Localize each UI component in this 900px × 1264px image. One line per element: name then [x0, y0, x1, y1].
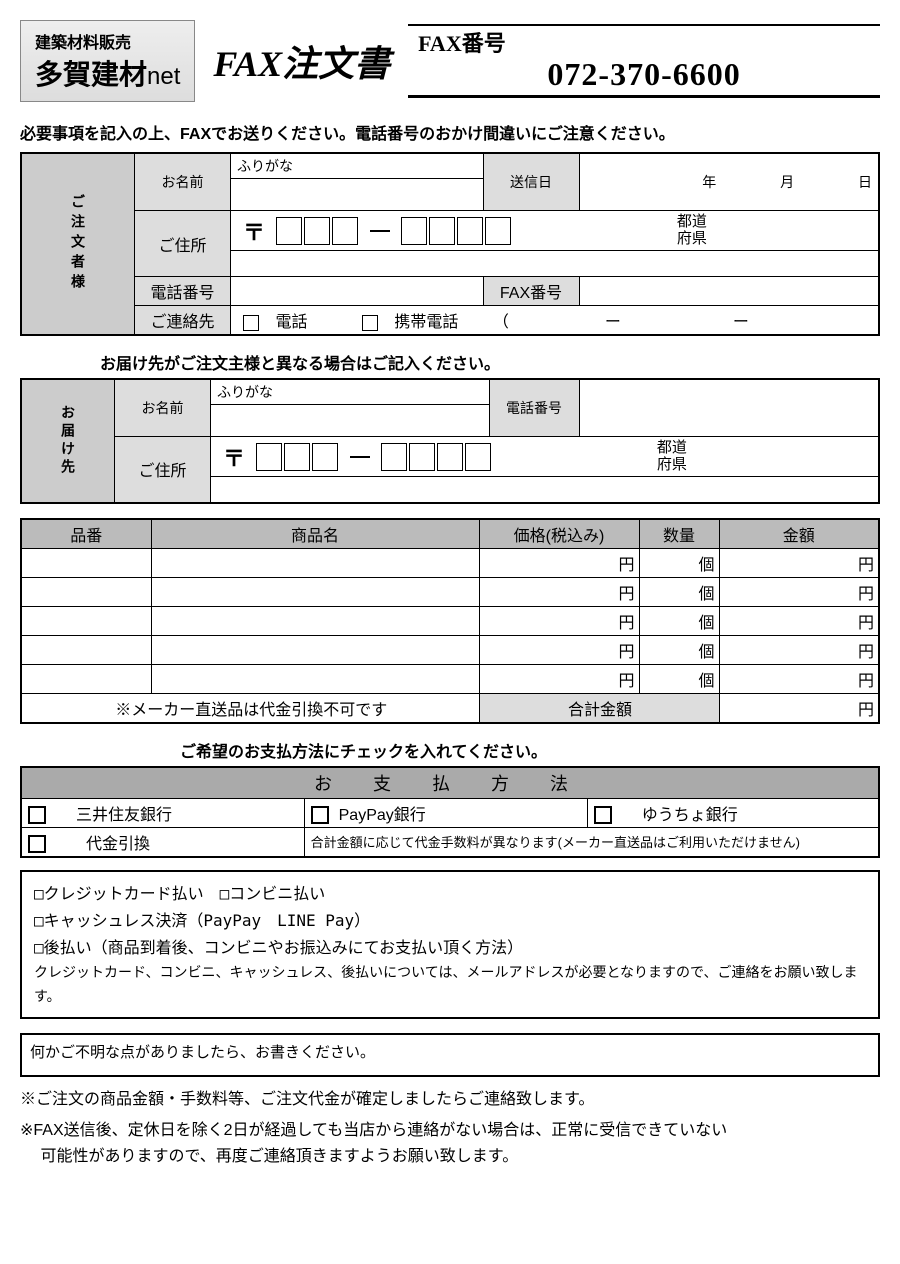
- delivery-furigana-label: ふりがな: [211, 379, 490, 405]
- col-qty: 数量: [639, 519, 719, 549]
- fax-label: FAX番号: [418, 26, 870, 58]
- delivery-postal-row[interactable]: 〒 都道府県: [211, 437, 880, 477]
- extra-payment-box: □クレジットカード払い □コンビニ払い □キャッシュレス決済（PayPay LI…: [20, 870, 880, 1019]
- delivery-address-label: ご住所: [115, 437, 211, 503]
- orderer-table: ご注文者様 お名前 ふりがな 送信日 年 月 日 ご住所 〒 都道府県 電話番号…: [20, 152, 880, 336]
- cod-detail-note: 合計金額に応じて代金手数料が異なります(メーカー直送品はご利用いただけません): [304, 827, 879, 857]
- col-price: 価格(税込み): [479, 519, 639, 549]
- pay-checkbox-4[interactable]: [28, 835, 46, 853]
- payment-instruction: ご希望のお支払方法にチェックを入れてください。: [180, 738, 880, 762]
- pay-checkbox-2[interactable]: [311, 806, 329, 824]
- mobile-input[interactable]: （ ー ー: [493, 308, 861, 332]
- table-row: 円個円: [21, 548, 879, 577]
- date-field[interactable]: 年 月 日: [579, 153, 879, 211]
- payment-table: お 支 払 方 法 三井住友銀行 PayPay銀行 ゆうちょ銀行 代金引換 合計…: [20, 766, 880, 858]
- delivery-phone-input[interactable]: [579, 379, 879, 437]
- orderer-section-label: ご注文者様: [21, 153, 135, 335]
- fax-field-label: FAX番号: [483, 277, 579, 306]
- logo-tagline: 建築材料販売: [35, 29, 180, 53]
- delivery-name-input[interactable]: [211, 405, 490, 437]
- payment-header: お 支 払 方 法: [21, 767, 879, 799]
- mobile-checkbox[interactable]: [362, 315, 378, 331]
- postal-mark-icon: 〒: [243, 215, 265, 247]
- furigana-label: ふりがな: [231, 153, 484, 179]
- fax-number-block: FAX番号 072-370-6600: [408, 24, 880, 98]
- contact-row: 電話 携帯電話 （ ー ー: [231, 306, 880, 336]
- table-row: 円個円: [21, 664, 879, 693]
- delivery-address-input[interactable]: [211, 477, 880, 503]
- extra-line-3[interactable]: □後払い（商品到着後、コンビニやお振込みにてお支払い頂く方法）: [34, 934, 866, 961]
- pay-checkbox-3[interactable]: [594, 806, 612, 824]
- extra-line-1[interactable]: □クレジットカード払い □コンビニ払い: [34, 880, 866, 907]
- delivery-name-label: お名前: [115, 379, 211, 437]
- pay-opt-1: 三井住友銀行: [21, 798, 304, 827]
- pay-opt-4: 代金引換: [21, 827, 304, 857]
- total-amount: 円: [719, 693, 879, 723]
- pay-opt-2: PayPay銀行: [304, 798, 587, 827]
- table-row: 円個円: [21, 577, 879, 606]
- free-text-box[interactable]: 何かご不明な点がありましたら、お書きください。: [20, 1033, 880, 1077]
- delivery-section-label: お届け先: [21, 379, 115, 503]
- delivery-instruction: お届け先がご注文主様と異なる場合はご記入ください。: [100, 350, 880, 374]
- col-amount: 金額: [719, 519, 879, 549]
- logo-box: 建築材料販売 多賀建材net: [20, 20, 195, 102]
- fax-input[interactable]: [579, 277, 879, 306]
- name-input[interactable]: [231, 179, 484, 211]
- address-label: ご住所: [135, 211, 231, 277]
- phone-label: 電話番号: [135, 277, 231, 306]
- col-name: 商品名: [151, 519, 479, 549]
- extra-line-2[interactable]: □キャッシュレス決済（PayPay LINE Pay）: [34, 907, 866, 934]
- footer-note-2: ※FAX送信後、定休日を除く2日が経過しても当店から連絡がない場合は、正常に受信…: [20, 1118, 880, 1169]
- main-instruction: 必要事項を記入の上、FAXでお送りください。電話番号のおかけ間違いにご注意くださ…: [20, 120, 880, 144]
- postal-mark-icon: 〒: [223, 441, 245, 473]
- footer-note-1: ※ご注文の商品金額・手数料等、ご注文代金が確定しましたらご連絡致します。: [20, 1087, 880, 1113]
- delivery-table: お届け先 お名前 ふりがな 電話番号 ご住所 〒 都道府県: [20, 378, 880, 504]
- contact-label: ご連絡先: [135, 306, 231, 336]
- cod-note: ※メーカー直送品は代金引換不可です: [21, 693, 479, 723]
- col-code: 品番: [21, 519, 151, 549]
- total-label: 合計金額: [479, 693, 719, 723]
- products-table: 品番 商品名 価格(税込み) 数量 金額 円個円 円個円 円個円 円個円 円個円…: [20, 518, 880, 724]
- delivery-phone-label: 電話番号: [489, 379, 579, 437]
- phone-input[interactable]: [231, 277, 484, 306]
- pay-opt-3: ゆうちょ銀行: [587, 798, 879, 827]
- send-date-label: 送信日: [483, 153, 579, 211]
- table-row: 円個円: [21, 635, 879, 664]
- phone-checkbox[interactable]: [243, 315, 259, 331]
- name-label: お名前: [135, 153, 231, 211]
- pay-checkbox-1[interactable]: [28, 806, 46, 824]
- fax-number: 072-370-6600: [418, 56, 870, 93]
- address-input[interactable]: [231, 251, 880, 277]
- header: 建築材料販売 多賀建材net FAX注文書 FAX番号 072-370-6600: [20, 20, 880, 102]
- form-title: FAX注文書: [213, 35, 390, 87]
- extra-note: クレジットカード、コンビニ、キャッシュレス、後払いについては、メールアドレスが必…: [34, 961, 866, 1009]
- table-row: 円個円: [21, 606, 879, 635]
- logo-name: 多賀建材net: [35, 53, 180, 93]
- postal-row[interactable]: 〒 都道府県: [231, 211, 880, 251]
